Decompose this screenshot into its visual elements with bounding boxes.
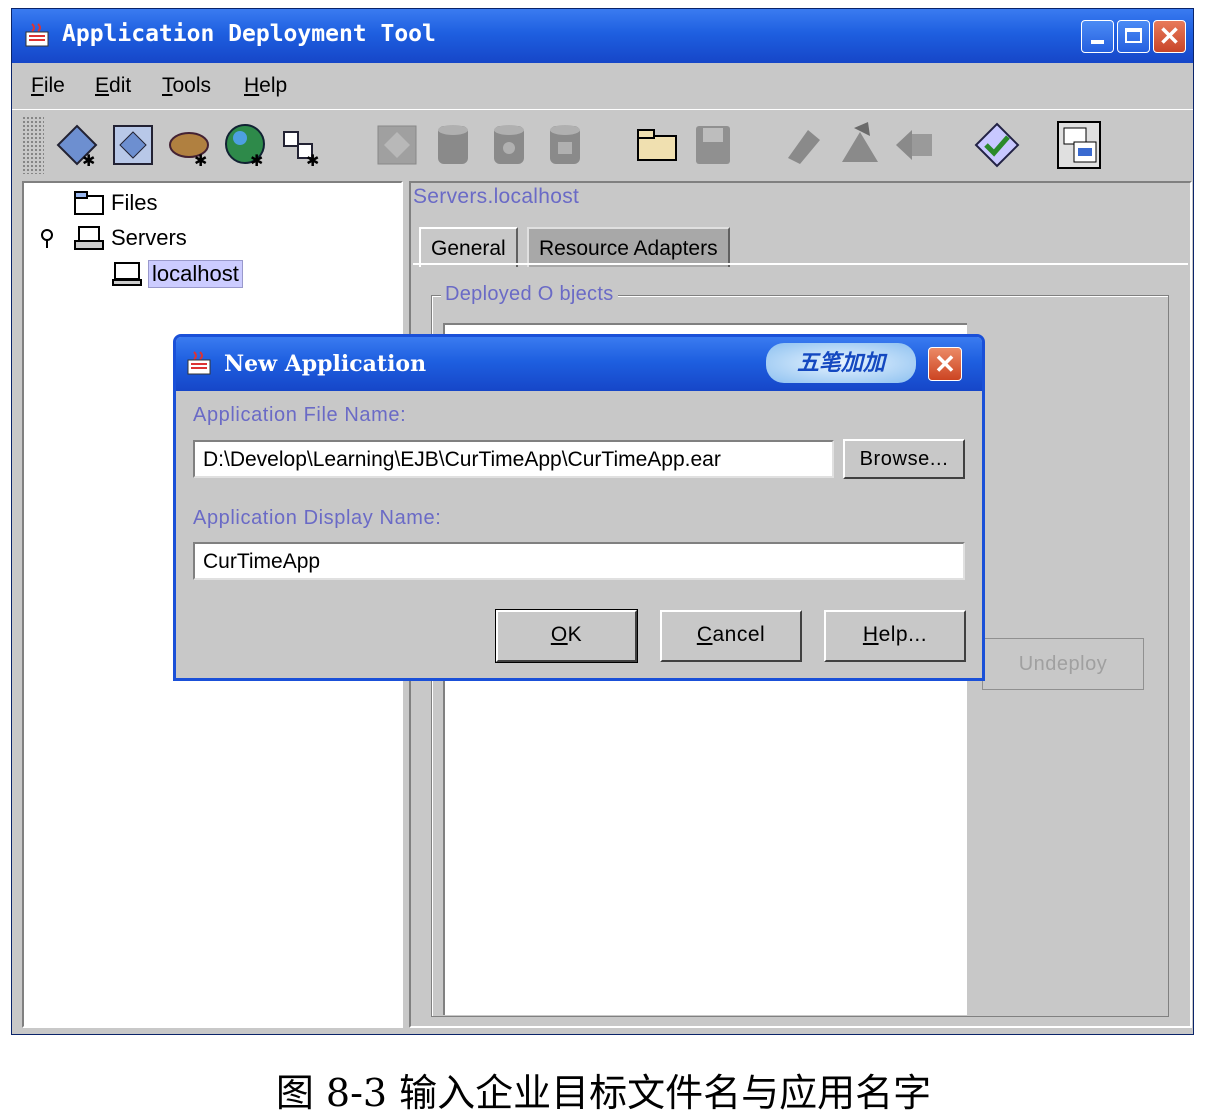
maximize-icon [1125, 28, 1142, 43]
svg-text:✱: ✱ [250, 153, 263, 170]
maximize-button[interactable] [1117, 20, 1150, 53]
svg-text:✱: ✱ [194, 153, 207, 170]
dialog-title: New Application [224, 351, 427, 377]
minimize-icon [1091, 40, 1104, 44]
deploy-icon[interactable] [778, 118, 828, 172]
dialog-titlebar[interactable]: New Application 五笔加加 ✕ [176, 337, 982, 391]
svg-text:✱: ✱ [306, 153, 319, 170]
new-application-dialog: New Application 五笔加加 ✕ Application File … [173, 334, 985, 681]
file-name-label: Application File Name: [193, 404, 407, 426]
descriptor-viewer-icon[interactable] [1054, 118, 1104, 172]
toolbar: ✱ ✱ ✱ ✱ [12, 109, 1193, 182]
help-button[interactable]: Help... [824, 610, 966, 662]
tree-item-files[interactable]: Files [111, 190, 157, 216]
close-icon: ✕ [1158, 21, 1181, 51]
svg-text:✱: ✱ [82, 153, 95, 170]
tree-expand-handle-icon[interactable] [40, 228, 54, 250]
menu-edit[interactable]: Edit [95, 74, 131, 98]
tree-item-servers[interactable]: Servers [111, 225, 187, 251]
new-application-client-icon[interactable] [108, 118, 158, 172]
new-enterprise-bean-icon[interactable]: ✱ [220, 118, 270, 172]
tab-resource-adapters[interactable]: Resource Adapters [527, 227, 730, 267]
undeploy-button[interactable]: Undeploy [982, 638, 1144, 690]
new-connector-icon[interactable]: ✱ [276, 118, 326, 172]
menu-file[interactable]: File [31, 74, 65, 98]
open-icon[interactable] [372, 118, 422, 172]
return-icon[interactable] [890, 118, 940, 172]
verify-icon[interactable] [972, 118, 1022, 172]
display-name-field[interactable]: CurTimeApp [193, 542, 965, 580]
window-title: Application Deployment Tool [62, 21, 436, 47]
browse-button[interactable]: Browse... [843, 439, 965, 479]
dialog-close-button[interactable]: ✕ [928, 347, 962, 381]
java-coffee-icon [187, 351, 211, 375]
open-folder-icon[interactable] [632, 118, 682, 172]
display-name-label: Application Display Name: [193, 507, 442, 529]
java-coffee-icon [25, 23, 49, 47]
save-icon[interactable] [688, 118, 738, 172]
ok-button[interactable]: OK [495, 609, 638, 663]
folder-icon [74, 191, 104, 215]
file-name-field[interactable]: D:\Develop\Learning\EJB\CurTimeApp\CurTi… [193, 440, 834, 478]
deployed-objects-label: Deployed O bjects [441, 283, 618, 306]
servers-icon [74, 226, 104, 250]
computer-icon [112, 262, 142, 286]
toolbar-grip[interactable] [22, 116, 44, 174]
menu-tools[interactable]: Tools [162, 74, 211, 98]
minimize-button[interactable] [1081, 20, 1114, 53]
ime-badge[interactable]: 五笔加加 [766, 343, 916, 383]
menu-bar: File Edit Tools Help [12, 63, 1193, 109]
tab-general[interactable]: General [419, 227, 518, 267]
close-button[interactable]: ✕ [1153, 20, 1186, 53]
new-web-component-icon[interactable]: ✱ [164, 118, 214, 172]
menu-help[interactable]: Help [244, 74, 287, 98]
breadcrumb: Servers.localhost [413, 185, 580, 208]
add-database-icon[interactable] [540, 118, 590, 172]
figure-caption: 图 8-3 输入企业目标文件名与应用名字 [275, 1071, 932, 1115]
undeploy-icon[interactable] [834, 118, 884, 172]
window-titlebar[interactable]: Application Deployment Tool ✕ [12, 9, 1193, 63]
cancel-button[interactable]: Cancel [660, 610, 802, 662]
close-icon: ✕ [934, 349, 956, 379]
add-icon[interactable] [428, 118, 478, 172]
tree-item-localhost[interactable]: localhost [148, 260, 243, 288]
new-application-icon[interactable]: ✱ [52, 118, 102, 172]
add-server-icon[interactable] [484, 118, 534, 172]
